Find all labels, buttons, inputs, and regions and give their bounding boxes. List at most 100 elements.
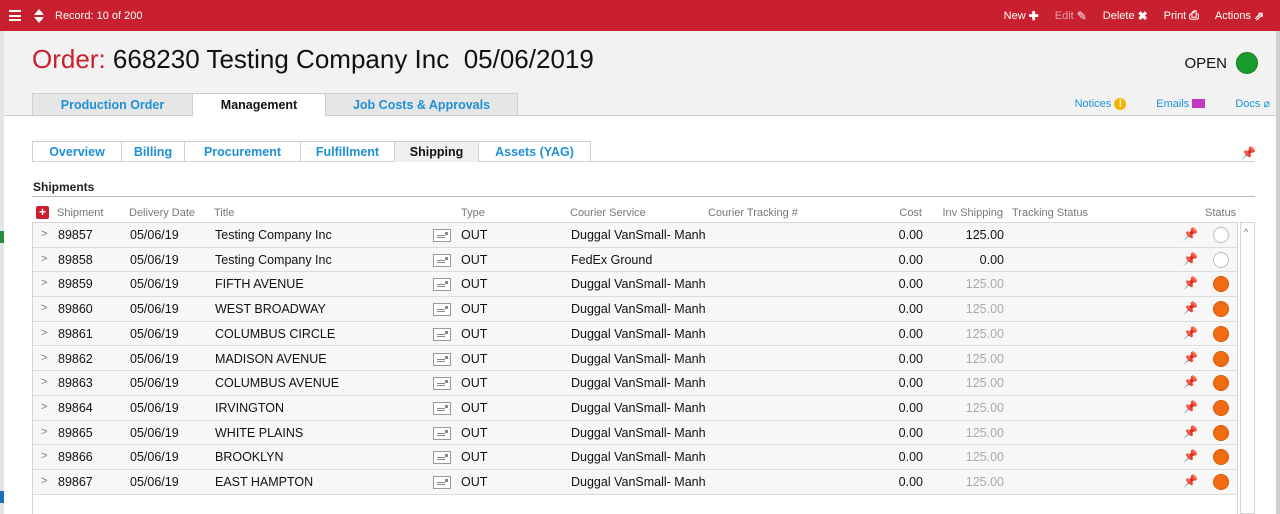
notes-icon[interactable] bbox=[433, 451, 451, 465]
pin-icon[interactable]: 📌 bbox=[1183, 252, 1198, 266]
notes-icon[interactable] bbox=[433, 352, 451, 366]
pin-icon[interactable]: 📌 bbox=[1183, 301, 1198, 315]
subtab-fulfillment[interactable]: Fulfillment bbox=[300, 141, 395, 162]
notes-icon[interactable] bbox=[433, 253, 451, 267]
status-icon[interactable] bbox=[1213, 301, 1229, 318]
col-tracking-status[interactable]: Tracking Status bbox=[1012, 207, 1088, 219]
pin-icon[interactable]: 📌 bbox=[1183, 326, 1198, 340]
expand-chevron-icon[interactable]: > bbox=[41, 450, 47, 462]
expand-chevron-icon[interactable]: > bbox=[41, 352, 47, 364]
table-row[interactable]: >89860 05/06/19 WEST BROADWAY OUT Duggal Van… bbox=[33, 297, 1237, 322]
col-delivery-date[interactable]: Delivery Date bbox=[129, 207, 195, 219]
table-row[interactable]: >89865 05/06/19 WHITE PLAINS OUT Duggal VanS… bbox=[33, 420, 1237, 446]
record-up-icon[interactable] bbox=[34, 8, 44, 15]
pin-icon[interactable]: 📌 bbox=[1183, 227, 1198, 241]
pin-icon[interactable]: 📌 bbox=[1183, 375, 1198, 389]
expand-chevron-icon[interactable]: > bbox=[41, 475, 47, 487]
notes-icon[interactable] bbox=[433, 327, 451, 341]
tab-job-costs-approvals[interactable]: Job Costs & Approvals bbox=[325, 93, 518, 116]
status-icon[interactable] bbox=[1213, 325, 1229, 342]
notes-icon[interactable] bbox=[433, 401, 451, 415]
notes-icon[interactable] bbox=[433, 303, 451, 317]
courier-service: Duggal VanSmall- Manh bbox=[571, 475, 706, 489]
notices-link[interactable]: Notices ! bbox=[1075, 97, 1127, 110]
col-shipment[interactable]: Shipment bbox=[57, 207, 103, 219]
table-row[interactable]: >89867 05/06/19 EAST HAMPTON OUT Duggal VanS… bbox=[33, 470, 1237, 495]
add-shipment-button[interactable]: + bbox=[36, 206, 49, 219]
tab-management[interactable]: Management bbox=[192, 93, 326, 117]
notes-icon[interactable] bbox=[433, 476, 451, 489]
pin-icon[interactable]: 📌 bbox=[1183, 425, 1198, 439]
table-row[interactable]: >89862 05/06/19 MADISON AVENUE OUT Duggal Va… bbox=[33, 346, 1237, 372]
status-icon[interactable] bbox=[1213, 350, 1229, 367]
shipment-title: WHITE PLAINS bbox=[215, 425, 304, 440]
docs-link[interactable]: Docs ⌀ bbox=[1235, 97, 1270, 111]
status-icon[interactable] bbox=[1213, 474, 1229, 490]
notes-icon[interactable] bbox=[433, 278, 451, 292]
table-row[interactable]: >89861 05/06/19 COLUMBUS CIRCLE OUT Duggal V… bbox=[33, 321, 1237, 347]
status-icon[interactable] bbox=[1213, 399, 1229, 416]
delivery-date: 05/06/19 bbox=[130, 252, 179, 267]
subtab-assets-yag[interactable]: Assets (YAG) bbox=[478, 141, 591, 162]
table-row[interactable]: >89864 05/06/19 IRVINGTON OUT Duggal VanSmal… bbox=[33, 395, 1237, 421]
expand-chevron-icon[interactable]: > bbox=[41, 376, 47, 388]
subtab-procurement[interactable]: Procurement bbox=[184, 141, 301, 162]
col-courier-service[interactable]: Courier Service bbox=[570, 207, 646, 219]
expand-chevron-icon[interactable]: > bbox=[41, 426, 47, 438]
status-icon[interactable] bbox=[1213, 375, 1229, 392]
pin-icon[interactable]: 📌 bbox=[1183, 276, 1198, 290]
status-icon[interactable] bbox=[1213, 251, 1229, 268]
table-row[interactable]: >89858 05/06/19 Testing Company Inc OUT FedE… bbox=[33, 247, 1237, 273]
scroll-up-icon[interactable]: ^ bbox=[1244, 227, 1248, 237]
subtab-billing[interactable]: Billing bbox=[121, 141, 185, 162]
status-icon[interactable] bbox=[1213, 227, 1229, 243]
shipment-cost: 0.00 bbox=[898, 277, 923, 292]
status-icon[interactable] bbox=[1213, 449, 1229, 466]
expand-chevron-icon[interactable]: > bbox=[41, 302, 47, 314]
pin-icon[interactable]: 📌 bbox=[1183, 351, 1198, 365]
expand-chevron-icon[interactable]: > bbox=[41, 253, 47, 265]
subtab-shipping[interactable]: Shipping bbox=[394, 141, 479, 162]
toolbar-edit-button[interactable]: Edit ✎ bbox=[1055, 9, 1087, 23]
header-links: Notices ! Emails Docs ⌀ bbox=[1045, 97, 1276, 110]
toolbar-action-label: New bbox=[1003, 9, 1026, 22]
subtab-overview[interactable]: Overview bbox=[32, 141, 122, 162]
notes-icon[interactable] bbox=[433, 426, 451, 440]
record-navigator-icon[interactable] bbox=[30, 8, 48, 23]
pin-icon[interactable]: 📌 bbox=[1241, 146, 1256, 160]
pin-icon[interactable]: 📌 bbox=[1183, 474, 1198, 488]
expand-chevron-icon[interactable]: > bbox=[41, 277, 47, 289]
notes-icon[interactable] bbox=[433, 377, 451, 391]
table-row[interactable]: >89857 05/06/19 Testing Company Inc OUT Dugg… bbox=[33, 223, 1237, 248]
toolbar-print-button[interactable]: Print ⎙ bbox=[1164, 8, 1199, 23]
status-icon[interactable] bbox=[1213, 276, 1229, 293]
toolbar-new-button[interactable]: New ✚ bbox=[1004, 9, 1039, 23]
toolbar-delete-button[interactable]: Delete ✖ bbox=[1103, 9, 1148, 23]
record-down-icon[interactable] bbox=[34, 16, 44, 23]
menu-icon[interactable] bbox=[4, 0, 26, 31]
table-row[interactable]: >89863 05/06/19 COLUMBUS AVENUE OUT Duggal V… bbox=[33, 371, 1237, 396]
col-title[interactable]: Title bbox=[214, 207, 234, 219]
delivery-date: 05/06/19 bbox=[130, 425, 179, 440]
right-edge-strip bbox=[1276, 31, 1280, 514]
pin-icon[interactable]: 📌 bbox=[1183, 400, 1198, 414]
emails-link[interactable]: Emails bbox=[1156, 97, 1206, 110]
col-type[interactable]: Type bbox=[461, 207, 485, 219]
shipment-title: BROOKLYN bbox=[215, 450, 284, 465]
status-icon[interactable] bbox=[1213, 424, 1229, 441]
expand-chevron-icon[interactable]: > bbox=[41, 327, 47, 339]
expand-chevron-icon[interactable]: > bbox=[41, 401, 47, 413]
table-row[interactable]: >89859 05/06/19 FIFTH AVENUE OUT Duggal VanS… bbox=[33, 272, 1237, 298]
toolbar-actions-button[interactable]: Actions ⇗ bbox=[1215, 9, 1264, 23]
tab-production-order[interactable]: Production Order bbox=[32, 93, 193, 116]
scrollbar[interactable]: ^ bbox=[1240, 222, 1255, 514]
expand-chevron-icon[interactable]: > bbox=[41, 228, 47, 240]
col-courier-tracking[interactable]: Courier Tracking # bbox=[708, 207, 798, 219]
col-inv-shipping[interactable]: Inv Shipping bbox=[932, 207, 1003, 219]
col-status[interactable]: Status bbox=[1205, 207, 1236, 219]
table-row[interactable]: >89866 05/06/19 BROOKLYN OUT Duggal VanSmall… bbox=[33, 445, 1237, 470]
pin-icon[interactable]: 📌 bbox=[1183, 449, 1198, 463]
notes-icon[interactable] bbox=[433, 229, 451, 242]
main-tabs: Production Order Management Job Costs & Ap… bbox=[32, 93, 518, 117]
col-cost[interactable]: Cost bbox=[872, 207, 922, 219]
